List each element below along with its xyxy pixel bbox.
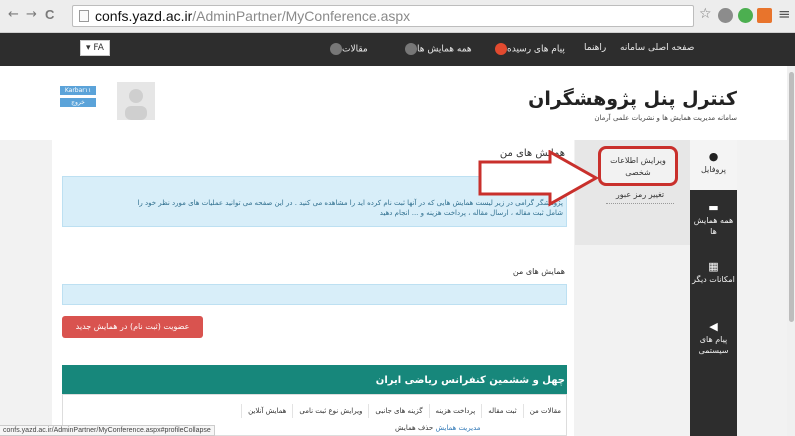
- nav-received-messages[interactable]: پیام های رسیده: [492, 43, 565, 55]
- nav-articles[interactable]: مقالات: [327, 43, 368, 55]
- address-bar[interactable]: confs.yazd.ac.ir/AdminPartner/MyConferen…: [72, 5, 694, 27]
- table-header[interactable]: همایش آنلاین: [241, 404, 292, 418]
- scrollbar-thumb[interactable]: [789, 72, 794, 322]
- icon-sidebar: [690, 140, 737, 436]
- reload-icon[interactable]: C: [45, 7, 54, 22]
- language-select[interactable]: ▾ FA: [80, 40, 110, 56]
- url-text[interactable]: confs.yazd.ac.ir/AdminPartner/MyConferen…: [95, 8, 410, 24]
- star-icon[interactable]: ☆: [699, 6, 712, 22]
- annotation-arrow-icon: [478, 150, 598, 207]
- articles-badge: [330, 43, 342, 55]
- status-bar: confs.yazd.ac.ir/AdminPartner/MyConferen…: [0, 425, 215, 436]
- logout-button[interactable]: خروج: [60, 98, 96, 107]
- nav-help[interactable]: راهنما: [584, 43, 606, 53]
- page-title: کنترل پنل پژوهشگران: [528, 88, 737, 110]
- username-badge[interactable]: Karbar١١: [60, 86, 96, 95]
- menu-icon[interactable]: ≡: [778, 5, 791, 23]
- forward-icon[interactable]: →: [26, 7, 37, 22]
- nav-all-conferences[interactable]: همه همایش ها: [402, 43, 472, 55]
- sidebar-item-system-messages[interactable]: ◀ پیام های سیستمی: [690, 321, 737, 356]
- extension-icon[interactable]: [718, 8, 733, 23]
- avatar[interactable]: [117, 82, 155, 120]
- top-navbar: ▾ FA مقالات همه همایش ها پیام های رسیده …: [0, 33, 795, 66]
- building-icon: ▬: [708, 201, 719, 214]
- extension-icon[interactable]: [757, 8, 772, 23]
- change-password-link[interactable]: تغییر رمز عبور: [606, 190, 674, 204]
- conference-title[interactable]: چهل و ششمین کنفرانس ریاضی ایران: [376, 375, 565, 386]
- table-header[interactable]: ثبت مقاله: [481, 404, 522, 418]
- sidebar-item-other-features[interactable]: ▦ امکانات دیگر: [690, 261, 737, 285]
- sidebar-item-profile[interactable]: ● پروفایل: [690, 151, 737, 175]
- edit-profile-link[interactable]: ویرایش اطلاعات شخصی: [598, 146, 678, 186]
- messages-badge: [495, 43, 507, 55]
- page-subtitle: سامانه مدیریت همایش ها و نشریات علمی آرم…: [594, 114, 737, 122]
- conferences-badge: [405, 43, 417, 55]
- delete-conference-link[interactable]: حذف همایش: [395, 424, 433, 432]
- info-text-line2: شامل ثبت مقاله ، ارسال مقاله ، پرداخت هز…: [379, 209, 563, 217]
- megaphone-icon: ◀: [709, 320, 718, 333]
- table-header[interactable]: مقالات من: [522, 404, 567, 418]
- table-header[interactable]: پرداخت هزینه: [428, 404, 482, 418]
- nav-home[interactable]: صفحه اصلی سامانه: [620, 43, 694, 53]
- page-icon: [79, 10, 89, 22]
- back-icon[interactable]: ←: [8, 7, 19, 22]
- section-title: همایش های من: [512, 267, 565, 276]
- user-icon: ●: [708, 150, 719, 163]
- sidebar-item-all-conferences[interactable]: ▬ همه همایش ها: [690, 202, 737, 237]
- table-header[interactable]: ویرایش نوع ثبت نامی: [292, 404, 368, 418]
- browser-toolbar: ← → C confs.yazd.ac.ir/AdminPartner/MyCo…: [0, 0, 795, 33]
- table-header[interactable]: گزینه های جانبی: [368, 404, 428, 418]
- table-row: مدیریت همایش حذف همایش: [395, 424, 481, 432]
- table-header-row: مقالات من ثبت مقاله پرداخت هزینه گزینه ه…: [152, 404, 567, 418]
- register-new-conference-button[interactable]: عضویت (ثبت نام) در همایش جدید: [62, 316, 203, 338]
- grid-icon: ▦: [708, 260, 719, 273]
- manage-conference-link[interactable]: مدیریت همایش: [435, 424, 480, 432]
- extension-icon[interactable]: [738, 8, 753, 23]
- conference-list-empty-bar: [62, 284, 567, 305]
